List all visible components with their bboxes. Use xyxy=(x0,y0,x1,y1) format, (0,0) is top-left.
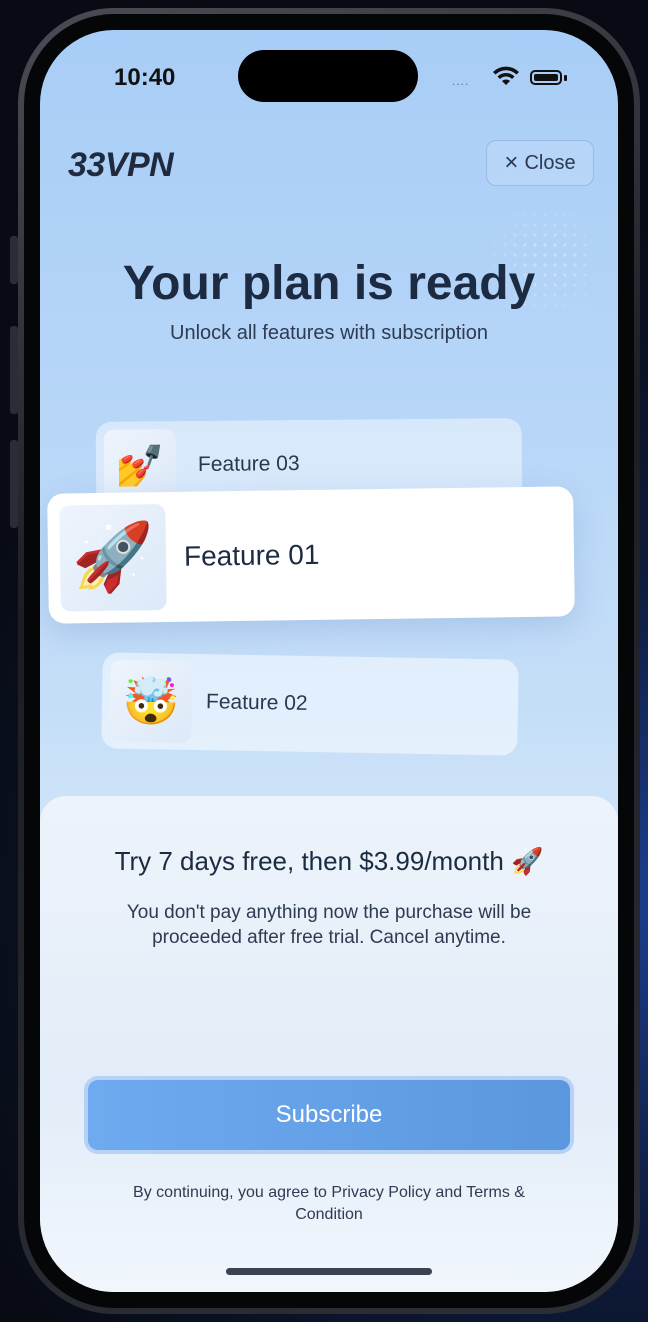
rocket-icon: 🚀 xyxy=(59,504,167,612)
feature-label: Feature 01 xyxy=(183,538,320,572)
feature-card-02: 🤯 Feature 02 xyxy=(101,652,519,756)
close-icon: × xyxy=(504,149,519,176)
subscribe-button[interactable]: Subscribe xyxy=(84,1076,574,1154)
home-indicator[interactable] xyxy=(226,1268,432,1275)
status-bar: 10:40 .... xyxy=(40,30,618,120)
legal-notice: By continuing, you agree to Privacy Poli… xyxy=(133,1184,525,1223)
battery-icon xyxy=(530,70,562,85)
feature-label: Feature 02 xyxy=(205,690,308,715)
action-button xyxy=(10,236,18,284)
battery-level xyxy=(534,74,558,81)
feature-card-01: 🚀 Feature 01 xyxy=(47,486,575,624)
page-title: Your plan is ready xyxy=(122,257,536,310)
dynamic-island xyxy=(238,50,418,102)
cellular-signal-icon: .... xyxy=(452,74,470,88)
volume-down-button xyxy=(10,440,18,528)
wifi-icon xyxy=(493,66,519,85)
exploding-head-icon: 🤯 xyxy=(109,659,193,743)
status-time: 10:40 xyxy=(114,64,176,91)
close-button[interactable]: × Close xyxy=(486,140,594,186)
phone-bezel: 10:40 .... 33VPN × Close Your plan is re… xyxy=(24,14,634,1308)
close-label: Close xyxy=(524,151,576,174)
paywall-screen: 10:40 .... 33VPN × Close Your plan is re… xyxy=(40,30,618,1292)
nail-polish-icon: 💅 xyxy=(103,429,177,502)
offer-headline: Try 7 days free, then $3.99/month 🚀 xyxy=(114,846,544,876)
battery-cap xyxy=(564,75,567,81)
app-logo: 33VPN xyxy=(68,146,174,184)
phone-frame: 10:40 .... 33VPN × Close Your plan is re… xyxy=(18,8,640,1314)
feature-label: Feature 03 xyxy=(197,452,300,476)
volume-up-button xyxy=(10,326,18,414)
page-subtitle: Unlock all features with subscription xyxy=(170,322,488,344)
offer-description: You don't pay anything now the purchase … xyxy=(126,902,532,948)
